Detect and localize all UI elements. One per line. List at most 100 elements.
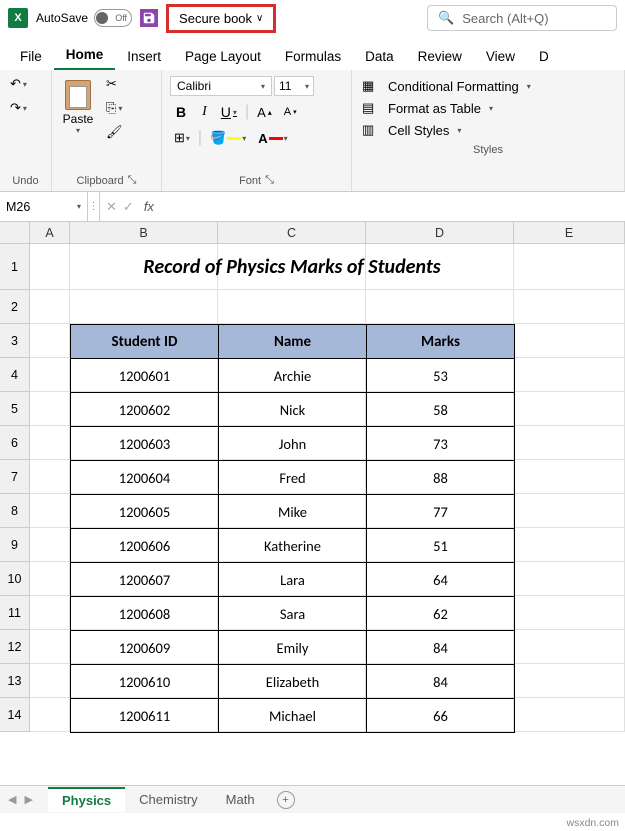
font-size-select[interactable]: 11▾: [274, 76, 314, 96]
cut-button[interactable]: ✂: [102, 74, 127, 94]
tab-view[interactable]: View: [474, 43, 527, 70]
row-header[interactable]: 7: [0, 460, 30, 494]
col-header-a[interactable]: A: [30, 222, 70, 244]
cell[interactable]: 1200610: [71, 665, 219, 699]
add-sheet-button[interactable]: +: [277, 791, 295, 809]
cell[interactable]: 1200603: [71, 427, 219, 461]
tab-home[interactable]: Home: [54, 41, 116, 70]
cell[interactable]: 66: [367, 699, 515, 733]
tab-file[interactable]: File: [8, 43, 54, 70]
fx-button[interactable]: fx: [140, 199, 158, 214]
cell[interactable]: 62: [367, 597, 515, 631]
cell-styles-button[interactable]: ▥ Cell Styles ▾: [362, 122, 614, 138]
font-color-button[interactable]: A▾: [254, 129, 291, 148]
cell[interactable]: 1200602: [71, 393, 219, 427]
fill-color-button[interactable]: 🪣▾: [206, 128, 250, 148]
cell[interactable]: 51: [367, 529, 515, 563]
row-header[interactable]: 9: [0, 528, 30, 562]
header-marks[interactable]: Marks: [367, 325, 515, 359]
save-button[interactable]: [140, 9, 158, 27]
cell[interactable]: Elizabeth: [219, 665, 367, 699]
font-name-select[interactable]: Calibri▾: [170, 76, 272, 96]
bold-button[interactable]: B: [170, 102, 192, 122]
cell[interactable]: 58: [367, 393, 515, 427]
tab-page-layout[interactable]: Page Layout: [173, 43, 273, 70]
col-header-b[interactable]: B: [70, 222, 218, 244]
format-painter-button[interactable]: 🖌: [102, 122, 127, 142]
sheet-tab-math[interactable]: Math: [212, 788, 269, 811]
cell[interactable]: Fred: [219, 461, 367, 495]
row-header[interactable]: 14: [0, 698, 30, 732]
cell[interactable]: Michael: [219, 699, 367, 733]
cell[interactable]: 1200606: [71, 529, 219, 563]
select-all-button[interactable]: [0, 222, 30, 244]
cell[interactable]: 1200601: [71, 359, 219, 393]
tab-review[interactable]: Review: [406, 43, 474, 70]
conditional-formatting-button[interactable]: ▦ Conditional Formatting ▾: [362, 78, 614, 94]
cell[interactable]: Katherine: [219, 529, 367, 563]
cell[interactable]: 88: [367, 461, 515, 495]
cell[interactable]: 1200607: [71, 563, 219, 597]
cell[interactable]: 1200611: [71, 699, 219, 733]
row-header[interactable]: 8: [0, 494, 30, 528]
dialog-launcher-icon[interactable]: ⤡: [265, 174, 274, 187]
redo-button[interactable]: ↷▾: [6, 98, 31, 118]
sheet-tab-chemistry[interactable]: Chemistry: [125, 788, 212, 811]
cell[interactable]: 77: [367, 495, 515, 529]
cell[interactable]: 1200605: [71, 495, 219, 529]
tab-data[interactable]: Data: [353, 43, 406, 70]
cell[interactable]: 84: [367, 631, 515, 665]
col-header-d[interactable]: D: [366, 222, 514, 244]
col-header-e[interactable]: E: [514, 222, 625, 244]
undo-button[interactable]: ↶▾: [6, 74, 31, 94]
format-as-table-button[interactable]: ▤ Format as Table ▾: [362, 100, 614, 116]
autosave-toggle[interactable]: Off: [94, 9, 132, 27]
name-box-resize[interactable]: ⋮: [88, 192, 100, 221]
cell[interactable]: Emily: [219, 631, 367, 665]
next-sheet-icon[interactable]: ▶: [24, 793, 32, 806]
cell[interactable]: 1200604: [71, 461, 219, 495]
search-input[interactable]: 🔍 Search (Alt+Q): [427, 5, 617, 31]
borders-button[interactable]: ⊞▾: [170, 128, 194, 148]
row-header[interactable]: 5: [0, 392, 30, 426]
cell[interactable]: Archie: [219, 359, 367, 393]
row-header[interactable]: 10: [0, 562, 30, 596]
cell[interactable]: 64: [367, 563, 515, 597]
row-header[interactable]: 3: [0, 324, 30, 358]
row-header[interactable]: 6: [0, 426, 30, 460]
cell[interactable]: Mike: [219, 495, 367, 529]
tab-formulas[interactable]: Formulas: [273, 43, 353, 70]
tab-more[interactable]: D: [527, 43, 561, 70]
enter-formula-icon[interactable]: ✓: [123, 199, 134, 215]
cancel-formula-icon[interactable]: ✕: [106, 199, 117, 215]
cell[interactable]: Sara: [219, 597, 367, 631]
filename-dropdown[interactable]: Secure book ∨: [166, 4, 276, 33]
cell[interactable]: 1200608: [71, 597, 219, 631]
cell[interactable]: John: [219, 427, 367, 461]
cell[interactable]: Nick: [219, 393, 367, 427]
paste-button[interactable]: Paste ▾: [58, 74, 98, 139]
prev-sheet-icon[interactable]: ◀: [8, 793, 16, 806]
tab-insert[interactable]: Insert: [115, 43, 173, 70]
cell[interactable]: 53: [367, 359, 515, 393]
col-header-c[interactable]: C: [218, 222, 366, 244]
sheet-tab-physics[interactable]: Physics: [48, 787, 125, 812]
name-box[interactable]: M26 ▾: [0, 192, 88, 221]
cell[interactable]: 1200609: [71, 631, 219, 665]
cell[interactable]: 73: [367, 427, 515, 461]
copy-button[interactable]: ⎘▾: [102, 98, 127, 118]
grow-font-button[interactable]: A▴: [253, 103, 276, 122]
cell[interactable]: 84: [367, 665, 515, 699]
shrink-font-button[interactable]: A▾: [280, 104, 301, 120]
header-name[interactable]: Name: [219, 325, 367, 359]
row-header[interactable]: 1: [0, 244, 30, 290]
cell[interactable]: Lara: [219, 563, 367, 597]
underline-button[interactable]: U▾: [217, 102, 241, 122]
row-header[interactable]: 2: [0, 290, 30, 324]
row-header[interactable]: 12: [0, 630, 30, 664]
row-header[interactable]: 11: [0, 596, 30, 630]
header-student-id[interactable]: Student ID: [71, 325, 219, 359]
sheet-title[interactable]: Record of Physics Marks of Students: [70, 244, 514, 290]
cell-grid[interactable]: Record of Physics Marks of Students Stud…: [30, 244, 625, 732]
dialog-launcher-icon[interactable]: ⤡: [128, 174, 137, 187]
